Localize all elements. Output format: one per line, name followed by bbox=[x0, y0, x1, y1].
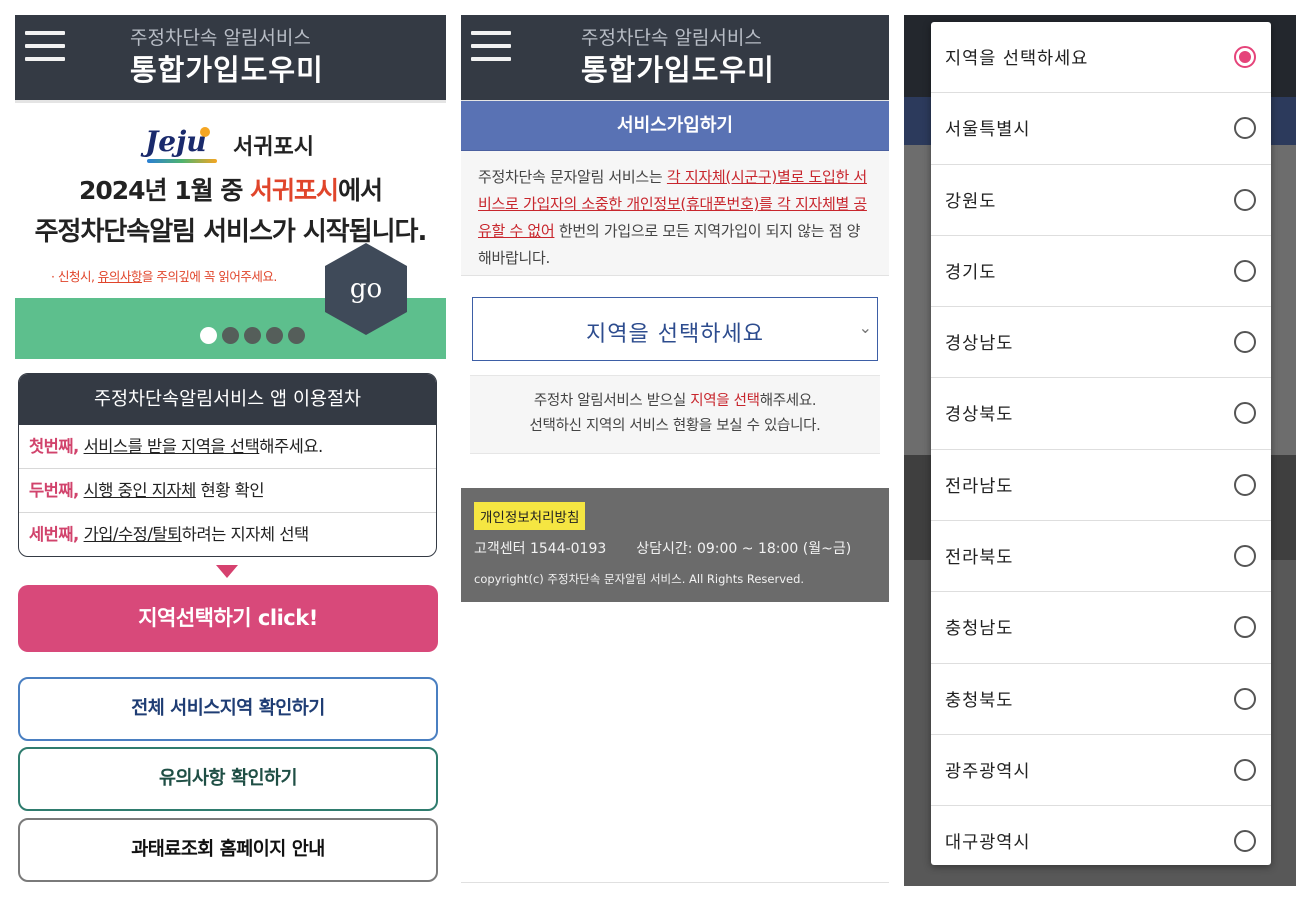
privacy-policy-link[interactable]: 개인정보처리방침 bbox=[474, 502, 586, 530]
step-row: 세번째, 가입/수정/탈퇴하려는 지자체 선택 bbox=[29, 525, 309, 544]
region-option[interactable]: 충청북도 bbox=[931, 664, 1271, 735]
footer: 개인정보처리방침 고객센터 1544-0193 상담시간: 09:00 ~ 18:… bbox=[461, 488, 889, 602]
banner-note: · 신청시, 유의사항을 주의깊에 꼭 읽어주세요. bbox=[51, 269, 277, 284]
section-title: 서비스가입하기 bbox=[461, 101, 889, 151]
step-link[interactable]: 가입/수정/탈퇴 bbox=[84, 525, 183, 544]
region-option[interactable]: 지역을 선택하세요 bbox=[931, 22, 1271, 94]
region-option-label: 충청북도 bbox=[945, 690, 1014, 711]
fine-lookup-button[interactable]: 과태료조회 홈페이지 안내 bbox=[18, 818, 438, 882]
logo-swoosh-icon bbox=[147, 159, 217, 163]
radio-icon[interactable] bbox=[1234, 758, 1256, 781]
usage-steps-title: 주정차단속알림서비스 앱 이용절차 bbox=[19, 374, 436, 425]
go-button[interactable]: go bbox=[325, 243, 407, 335]
slide-dot[interactable] bbox=[200, 327, 217, 344]
header-subtitle: 주정차단속 알림서비스 bbox=[581, 27, 762, 49]
down-arrow-icon bbox=[216, 565, 238, 578]
region-option-label: 지역을 선택하세요 bbox=[945, 49, 1089, 69]
screen-home: 주정차단속 알림서비스 통합가입도우미 Jeju 서귀포시 2024년 1월 중… bbox=[15, 15, 446, 886]
logo-city: 서귀포시 bbox=[233, 135, 314, 160]
promo-banner[interactable]: Jeju 서귀포시 2024년 1월 중 서귀포시에서 주정차단속알림 서비스가… bbox=[15, 103, 446, 359]
radio-icon[interactable] bbox=[1234, 545, 1256, 568]
divider bbox=[461, 882, 889, 883]
step-link[interactable]: 서비스를 받을 지역을 선택 bbox=[84, 437, 260, 456]
radio-icon[interactable] bbox=[1234, 331, 1256, 354]
region-select-button[interactable]: 지역선택하기 click! bbox=[18, 585, 438, 652]
region-select[interactable]: 지역을 선택하세요 ⌄ bbox=[472, 297, 878, 361]
region-option[interactable]: 전라남도 bbox=[931, 450, 1271, 522]
radio-icon[interactable] bbox=[1234, 473, 1256, 496]
app-header: 주정차단속 알림서비스 통합가입도우미 bbox=[15, 15, 446, 103]
notice-button[interactable]: 유의사항 확인하기 bbox=[18, 747, 438, 811]
logo-dot-icon bbox=[200, 127, 210, 137]
radio-icon[interactable] bbox=[1234, 259, 1256, 282]
menu-icon[interactable] bbox=[471, 31, 513, 63]
region-option-label: 경상북도 bbox=[945, 405, 1014, 426]
region-option[interactable]: 강원도 bbox=[931, 165, 1271, 236]
radio-selected-icon[interactable] bbox=[1234, 46, 1256, 68]
region-option[interactable]: 서울특별시 bbox=[931, 93, 1271, 165]
region-option[interactable]: 전라북도 bbox=[931, 521, 1271, 593]
region-option-label: 강원도 bbox=[945, 191, 997, 212]
region-option-label: 경기도 bbox=[945, 262, 997, 283]
radio-icon[interactable] bbox=[1234, 402, 1256, 425]
step-link[interactable]: 시행 중인 지자체 bbox=[84, 481, 197, 500]
slide-dot[interactable] bbox=[244, 327, 261, 344]
region-select-value: 지역을 선택하세요 bbox=[586, 322, 764, 347]
header-title: 통합가입도우미 bbox=[130, 53, 324, 87]
header-subtitle: 주정차단속 알림서비스 bbox=[130, 27, 311, 49]
radio-icon[interactable] bbox=[1234, 616, 1256, 639]
service-intro: 주정차단속 문자알림 서비스는 각 지자체(시군구)별로 도입한 서비스로 가입… bbox=[461, 151, 889, 276]
go-hexagon-icon[interactable]: go bbox=[325, 243, 407, 335]
region-option-label: 충청남도 bbox=[945, 619, 1014, 640]
radio-icon[interactable] bbox=[1234, 188, 1256, 211]
header-title: 통합가입도우미 bbox=[581, 53, 775, 87]
app-header: 주정차단속 알림서비스 통합가입도우미 bbox=[461, 15, 889, 103]
chevron-down-icon: ⌄ bbox=[858, 318, 872, 337]
region-option-label: 전라남도 bbox=[945, 476, 1014, 497]
region-option[interactable]: 광주광역시 bbox=[931, 735, 1271, 807]
footer-contact: 고객센터 1544-0193 상담시간: 09:00 ~ 18:00 (월~금) bbox=[474, 541, 852, 557]
screen-signup: 주정차단속 알림서비스 통합가입도우미 서비스가입하기 주정차단속 문자알림 서… bbox=[461, 15, 889, 886]
region-option-label: 광주광역시 bbox=[945, 761, 1031, 782]
region-option[interactable]: 경상남도 bbox=[931, 307, 1271, 379]
slide-dot[interactable] bbox=[266, 327, 283, 344]
footer-copyright: copyright(c) 주정차단속 문자알림 서비스. All Rights … bbox=[474, 572, 805, 586]
logo-word: Jeju bbox=[145, 125, 207, 158]
all-regions-button[interactable]: 전체 서비스지역 확인하기 bbox=[18, 677, 438, 741]
region-option-label: 전라북도 bbox=[945, 548, 1014, 569]
region-option-label: 경상남도 bbox=[945, 334, 1014, 355]
region-option[interactable]: 경기도 bbox=[931, 236, 1271, 308]
region-option-label: 대구광역시 bbox=[945, 833, 1031, 854]
radio-icon[interactable] bbox=[1234, 687, 1256, 710]
screen-region-picker: 지역을 선택하세요서울특별시강원도경기도경상남도경상북도전라남도전라북도충청남도… bbox=[904, 15, 1296, 886]
banner-headline-1: 2024년 1월 중 서귀포시에서 bbox=[78, 176, 383, 205]
region-option[interactable]: 대구광역시 bbox=[931, 806, 1271, 865]
region-option[interactable]: 경상북도 bbox=[931, 378, 1271, 450]
slide-dot[interactable] bbox=[222, 327, 239, 344]
slide-dot[interactable] bbox=[288, 327, 305, 344]
menu-icon[interactable] bbox=[25, 31, 67, 63]
step-row: 첫번째, 서비스를 받을 지역을 선택해주세요. bbox=[19, 425, 436, 469]
step-row: 두번째, 시행 중인 지자체 현황 확인 bbox=[19, 469, 436, 513]
usage-steps-box: 주정차단속알림서비스 앱 이용절차 첫번째, 서비스를 받을 지역을 선택해주세… bbox=[18, 373, 437, 557]
radio-icon[interactable] bbox=[1234, 117, 1256, 140]
region-hint: 주정차 알림서비스 받으실 지역을 선택해주세요. 선택하신 지역의 서비스 현… bbox=[470, 375, 880, 454]
region-picker-dialog: 지역을 선택하세요서울특별시강원도경기도경상남도경상북도전라남도전라북도충청남도… bbox=[931, 22, 1271, 865]
radio-icon[interactable] bbox=[1234, 830, 1256, 853]
region-option-label: 서울특별시 bbox=[945, 120, 1031, 141]
region-option[interactable]: 충청남도 bbox=[931, 592, 1271, 664]
